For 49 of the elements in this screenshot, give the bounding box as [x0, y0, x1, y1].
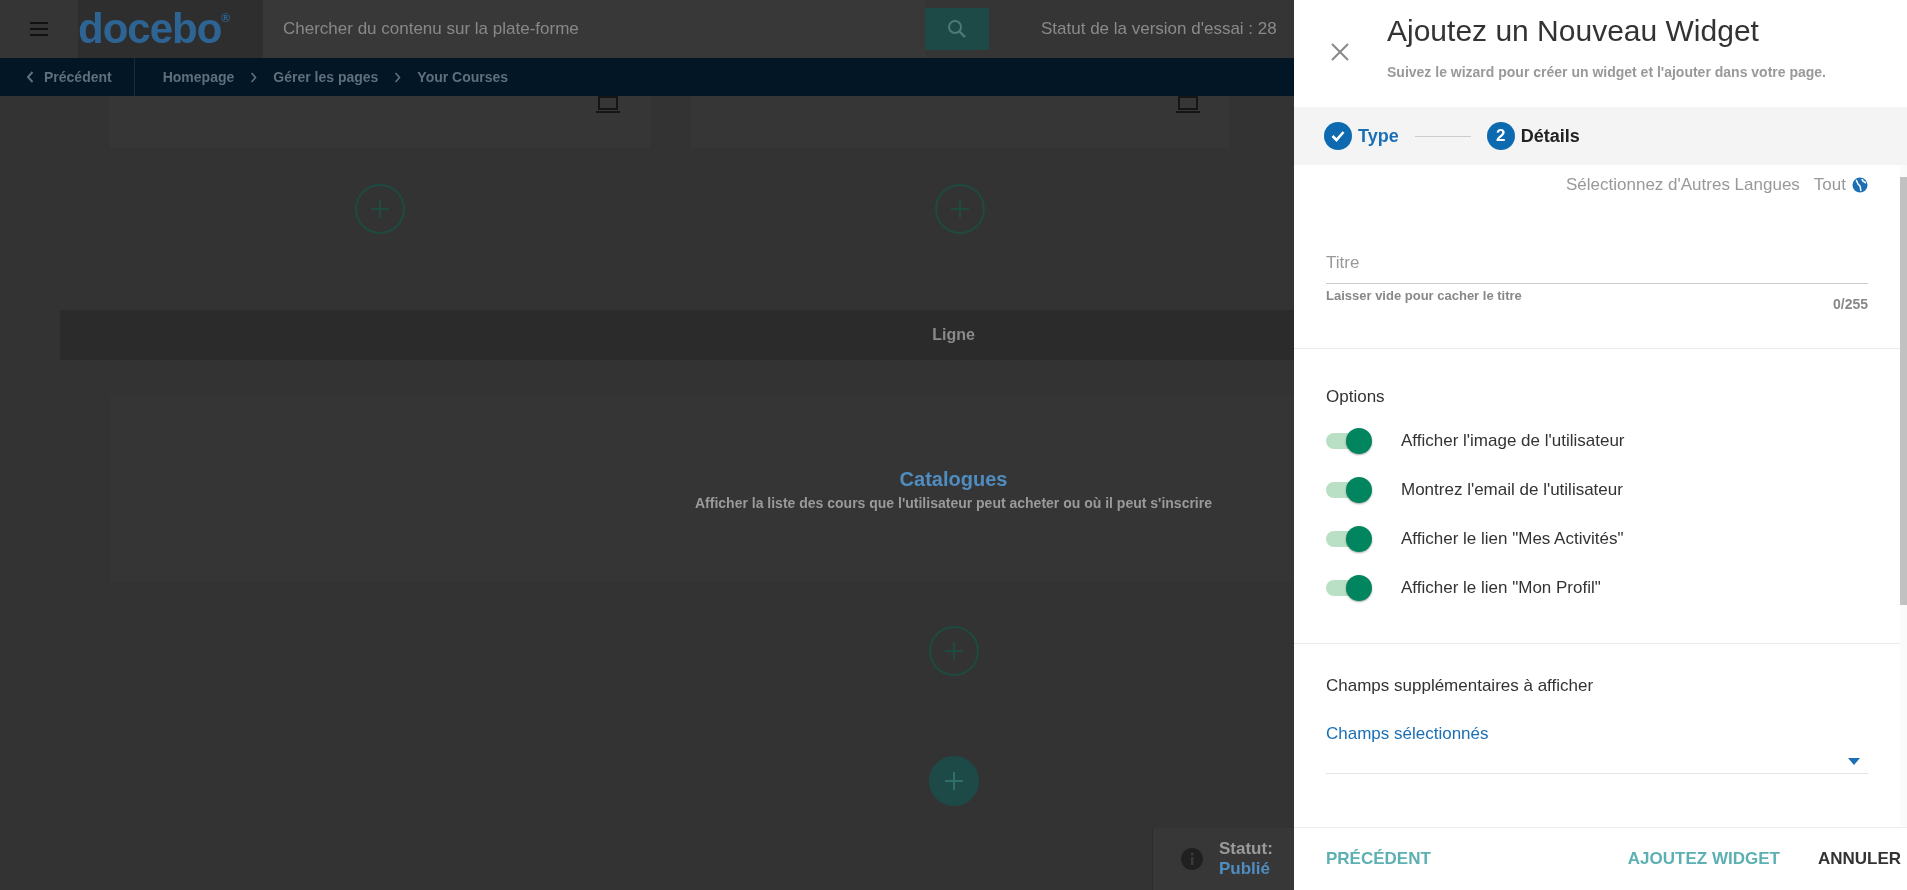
widget-description: Afficher la liste des cours que l'utilisateur peut acheter ou où il peut s'inscrire	[695, 494, 1212, 511]
trial-status: Statut de la version d'essai : 28	[1041, 19, 1277, 39]
footer-button[interactable]: PRÉCÉDENT	[1326, 841, 1431, 877]
toggle-switch[interactable]	[1326, 426, 1374, 456]
section-heading: Champs supplémentaires à afficher	[1326, 676, 1595, 696]
scrollbar[interactable]	[1900, 165, 1907, 827]
add-icon[interactable]	[928, 626, 979, 676]
language-label: Sélectionnez d'Autres Langues	[1566, 175, 1800, 195]
globe-icon	[1852, 177, 1868, 193]
field-hint: Laisser vide pour cacher le titre	[1326, 288, 1522, 305]
status-label: Statut:	[1219, 839, 1273, 859]
chevron-left-icon	[26, 71, 34, 83]
search-icon	[947, 19, 967, 39]
breadcrumb-link[interactable]: Your Courses	[417, 69, 509, 85]
breadcrumb-link[interactable]: Gérer les pages	[273, 69, 379, 85]
laptop-icon	[596, 96, 620, 114]
widget-title: Catalogues	[899, 467, 1008, 491]
chevron-right-icon	[250, 71, 258, 83]
footer-button[interactable]: AJOUTEZ WIDGET	[1627, 841, 1780, 877]
add-icon[interactable]	[935, 184, 985, 234]
toggle-switch[interactable]	[1326, 573, 1374, 603]
caret-icon	[1848, 758, 1860, 765]
chevron-right-icon	[394, 71, 402, 83]
search-button[interactable]	[925, 8, 989, 50]
wizard-step[interactable]: Type	[1324, 122, 1399, 150]
add-icon[interactable]	[355, 184, 405, 234]
footer-button[interactable]: ANNULER	[1817, 841, 1901, 877]
close-icon[interactable]	[1331, 43, 1349, 61]
section-heading: Options	[1326, 387, 1386, 407]
wizard-step[interactable]: 2 Détails	[1486, 122, 1580, 150]
status-value: Publié	[1219, 859, 1271, 879]
panel-title: Ajoutez un Nouveau Widget	[1387, 14, 1760, 48]
dropdown-field[interactable]: Champs sélectionnés	[1326, 724, 1868, 774]
info-icon	[1181, 848, 1203, 870]
character-counter: 0/255	[1832, 296, 1868, 312]
toggle-label: Montrez l'email de l'utilisateur	[1401, 480, 1623, 500]
toggle-label: Afficher le lien "Mon Profil"	[1401, 578, 1601, 598]
toggle-label: Afficher le lien "Mes Activités"	[1401, 529, 1624, 549]
add-icon[interactable]	[928, 756, 979, 806]
toggle-switch[interactable]	[1326, 524, 1374, 554]
row-label: Ligne	[932, 326, 975, 344]
toggle-label: Afficher l'image de l'utilisateur	[1401, 431, 1625, 451]
toggle-switch[interactable]	[1326, 475, 1374, 505]
panel-subtitle: Suivez le wizard pour créer un widget et l'ajouter dans votre page.	[1387, 64, 1826, 80]
language-selector[interactable]: Tout	[1813, 175, 1868, 195]
laptop-icon	[1176, 96, 1200, 114]
breadcrumb-link[interactable]: Homepage	[162, 69, 235, 85]
menu-icon[interactable]	[30, 22, 48, 36]
check-icon	[1331, 130, 1345, 142]
